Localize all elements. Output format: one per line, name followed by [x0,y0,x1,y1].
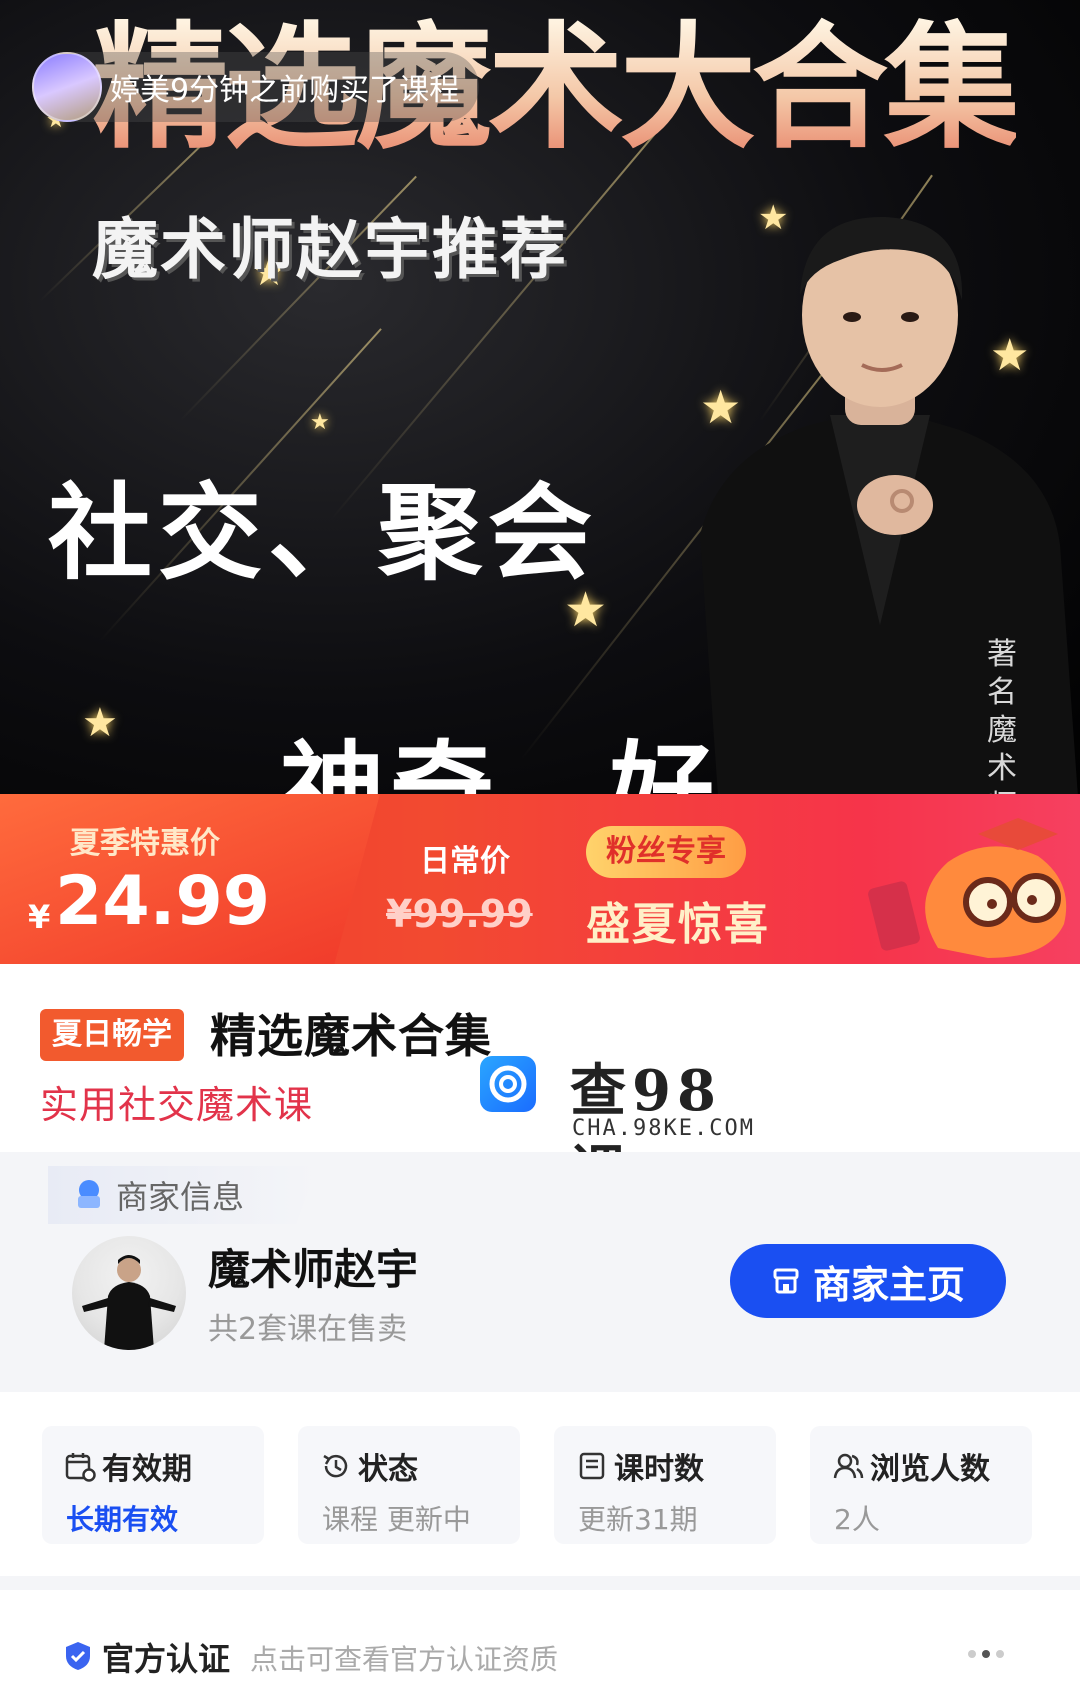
views-card: 浏览人数 2人 [810,1426,1032,1544]
lessons-label: 课时数 [614,1452,704,1487]
shop-icon [78,1180,100,1208]
history-icon [323,1454,348,1478]
store-icon [773,1268,799,1294]
more-dots-icon[interactable] [968,1650,1004,1658]
summer-surprise-text: 盛夏惊喜 [586,899,770,950]
course-title: 精选魔术合集 [210,1009,492,1063]
watermark-logo: 查98课 CHA.98KE.COM [480,1052,780,1205]
validity-label: 有效期 [102,1452,192,1487]
validity-value: 长期有效 [66,1503,179,1536]
merchant-course-count: 共2套课在售卖 [208,1312,408,1347]
validity-card: 有效期 长期有效 [42,1426,264,1544]
merchant-section-label: 商家信息 [116,1178,245,1216]
calendar-icon [65,1453,96,1482]
official-certification-row[interactable]: 官方认证 点击可查看官方认证资质 [0,1576,1080,1706]
course-cover-banner[interactable]: ★ ★ ★ ★ ★ ★ ★ ★ 精选魔术大合集 魔术师赵宇推荐 社交、聚会 神奇… [0,0,1080,812]
buyer-avatar [32,52,102,122]
watermark-site: CHA.98KE.COM [572,1116,755,1141]
banner-vertical-label: 著名魔术师 [987,637,1017,812]
merchant-avatar[interactable] [72,1236,186,1350]
promo-price-value: 24.99 [55,862,271,941]
lessons-card: 课时数 更新31期 [554,1426,776,1544]
views-value: 2人 [834,1503,880,1536]
merchant-name[interactable]: 魔术师赵宇 [208,1236,418,1297]
status-label: 状态 [358,1452,418,1487]
star-decoration: ★ [82,700,118,746]
regular-price-value: ¥99.99 [386,892,533,936]
magician-portrait [700,216,1080,812]
regular-price-label: 日常价 [420,844,510,879]
recent-purchase-notice: 婷美9分钟之前购买了课程 [32,52,480,122]
shield-check-icon [66,1642,90,1670]
banner-subtitle: 魔术师赵宇推荐 [92,211,568,288]
status-value: 课程 更新中 [322,1503,471,1536]
mascot-icon [868,818,1067,958]
fan-exclusive-badge: 粉丝专享 [586,826,746,878]
price-banner: 夏季特惠价 ¥ 24.99 日常价 ¥99.99 粉丝专享 盛夏惊喜 [0,794,1080,964]
certification-title: 官方认证 [102,1640,231,1678]
certification-description: 点击可查看官方认证资质 [250,1643,559,1676]
merchant-info-section: 商家信息 魔术师赵宇 共2套课在售卖 商家主页 [0,1152,1080,1392]
views-label: 浏览人数 [870,1452,990,1487]
banner-slogan-1: 社交、聚会 [48,472,599,594]
lessons-value: 更新31期 [578,1503,698,1536]
merchant-section-header: 商家信息 [48,1166,318,1224]
summer-tag: 夏日畅学 [40,1009,184,1061]
status-card: 状态 课程 更新中 [298,1426,520,1544]
merchant-home-button[interactable]: 商家主页 [730,1244,1006,1318]
course-subtitle: 实用社交魔术课 [40,1083,314,1127]
buyer-notice-text: 婷美9分钟之前购买了课程 [110,73,460,108]
star-decoration: ★ [310,410,330,435]
currency-symbol: ¥ [28,898,51,936]
promo-price-block: 夏季特惠价 ¥ 24.99 [0,794,380,964]
course-info-cards: 有效期 长期有效 状态 课程 更新中 课时数 更新31期 浏览人数 2人 [0,1392,1080,1576]
merchant-home-label: 商家主页 [812,1262,965,1307]
watermark-icon [480,1056,536,1112]
users-icon [833,1453,864,1479]
promo-price-label: 夏季特惠价 [70,826,220,861]
document-icon [579,1452,605,1480]
